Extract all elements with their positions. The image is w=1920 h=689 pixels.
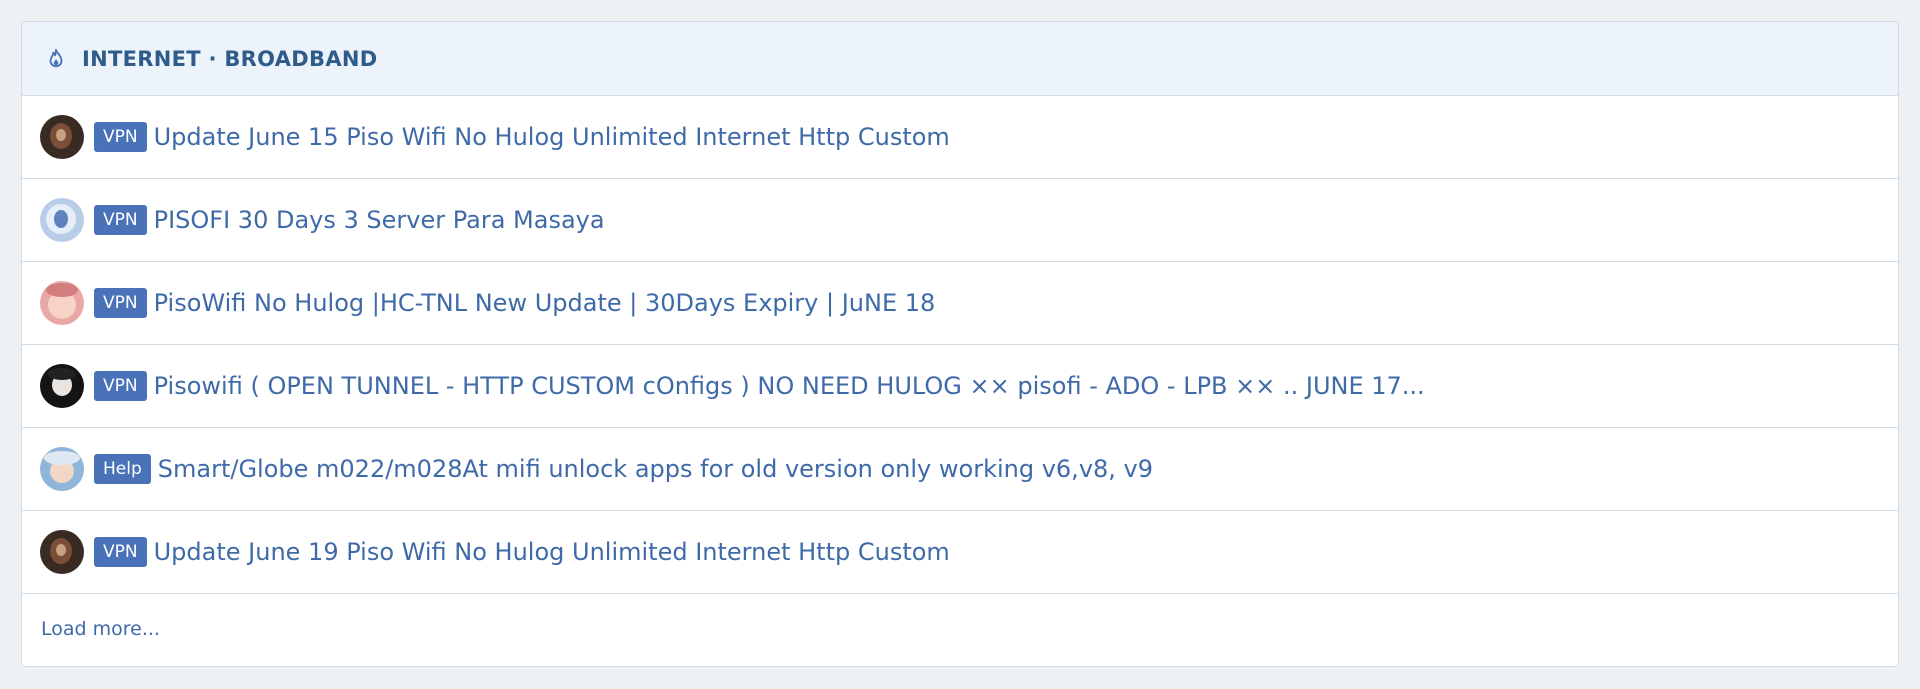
thread-prefix-badge[interactable]: VPN [94,371,147,401]
user-avatar[interactable] [40,198,84,242]
thread-list: VPN Update June 15 Piso Wifi No Hulog Un… [22,96,1898,594]
thread-prefix-badge[interactable]: VPN [94,288,147,318]
panel-title: INTERNET · BROADBAND [82,46,378,71]
flame-icon [44,47,68,71]
user-avatar[interactable] [40,364,84,408]
user-avatar[interactable] [40,530,84,574]
thread-row[interactable]: VPN Update June 15 Piso Wifi No Hulog Un… [22,96,1898,179]
thread-title-link[interactable]: PISOFI 30 Days 3 Server Para Masaya [154,206,605,234]
user-avatar[interactable] [40,447,84,491]
thread-prefix-badge[interactable]: VPN [94,205,147,235]
user-avatar[interactable] [40,281,84,325]
load-more-link[interactable]: Load more... [22,594,1898,664]
thread-title-link[interactable]: Update June 19 Piso Wifi No Hulog Unlimi… [154,538,950,566]
thread-prefix-badge[interactable]: VPN [94,122,147,152]
user-avatar[interactable] [40,115,84,159]
thread-row[interactable]: VPN PisoWifi No Hulog |HC-TNL New Update… [22,262,1898,345]
thread-row[interactable]: VPN PISOFI 30 Days 3 Server Para Masaya [22,179,1898,262]
thread-prefix-badge[interactable]: VPN [94,537,147,567]
panel-header: INTERNET · BROADBAND [22,22,1898,96]
thread-title-link[interactable]: Update June 15 Piso Wifi No Hulog Unlimi… [154,123,950,151]
thread-row[interactable]: Help Smart/Globe m022/m028At mifi unlock… [22,428,1898,511]
thread-row[interactable]: VPN Update June 19 Piso Wifi No Hulog Un… [22,511,1898,594]
thread-title-link[interactable]: Smart/Globe m022/m028At mifi unlock apps… [158,455,1153,483]
forum-panel: INTERNET · BROADBAND VPN Update June 15 … [21,21,1899,667]
thread-title-link[interactable]: Pisowifi ( OPEN TUNNEL - HTTP CUSTOM cOn… [154,372,1425,400]
thread-row[interactable]: VPN Pisowifi ( OPEN TUNNEL - HTTP CUSTOM… [22,345,1898,428]
thread-title-link[interactable]: PisoWifi No Hulog |HC-TNL New Update | 3… [154,289,936,317]
thread-prefix-badge[interactable]: Help [94,454,151,484]
